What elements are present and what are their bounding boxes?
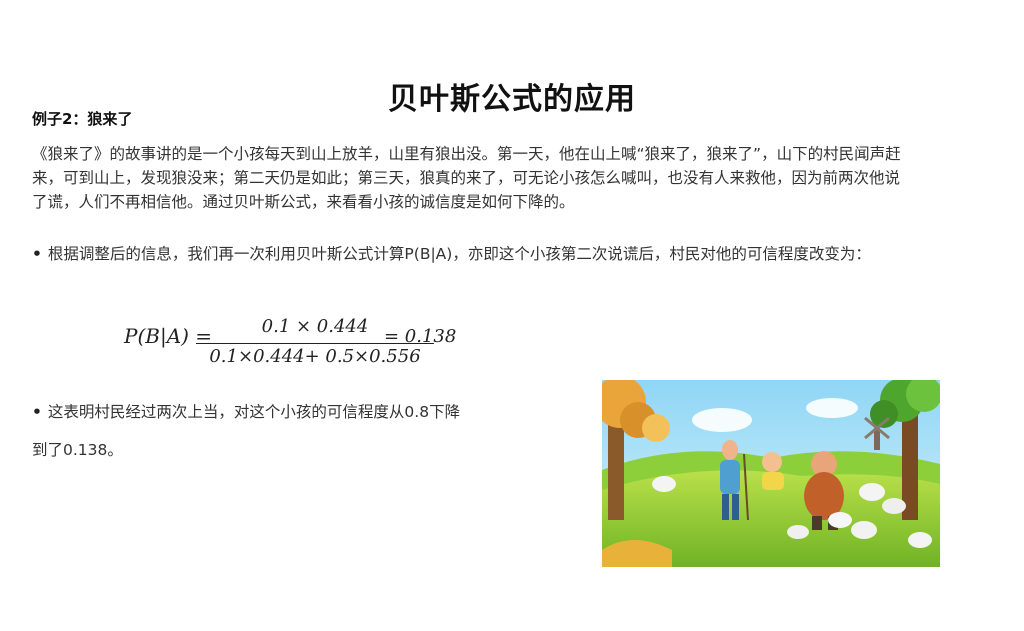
bullet-conclusion-cont: 到了0.138。 — [32, 441, 123, 459]
formula-denominator: 0.1×0.444+ 0.5×0.556 — [209, 346, 421, 367]
bullet-conclusion: • 这表明村民经过两次上当，对这个小孩的可信程度从0.8下降 — [32, 400, 562, 424]
bullet-dot: • — [32, 403, 42, 421]
story-paragraph: 《狼来了》的故事讲的是一个小孩每天到山上放羊，山里有狼出没。第一天，他在山上喊“… — [32, 145, 901, 211]
bullet-dot: • — [32, 245, 42, 263]
cartoon-scene — [602, 380, 940, 567]
cartoon-illustration — [602, 380, 940, 567]
bullet-recompute: • 根据调整后的信息，我们再一次利用贝叶斯公式计算P(B|A)，亦即这个小孩第二次… — [32, 242, 922, 266]
example-label: 例子2：狼来了 — [32, 110, 133, 128]
bullet-recompute-text: 根据调整后的信息，我们再一次利用贝叶斯公式计算P(B|A)，亦即这个小孩第二次说… — [47, 245, 871, 263]
formula-result: = 0.138 — [384, 326, 457, 347]
bullet-conclusion-text: 这表明村民经过两次上当，对这个小孩的可信程度从0.8下降 — [47, 403, 461, 421]
page-title: 贝叶斯公式的应用 — [388, 82, 636, 117]
